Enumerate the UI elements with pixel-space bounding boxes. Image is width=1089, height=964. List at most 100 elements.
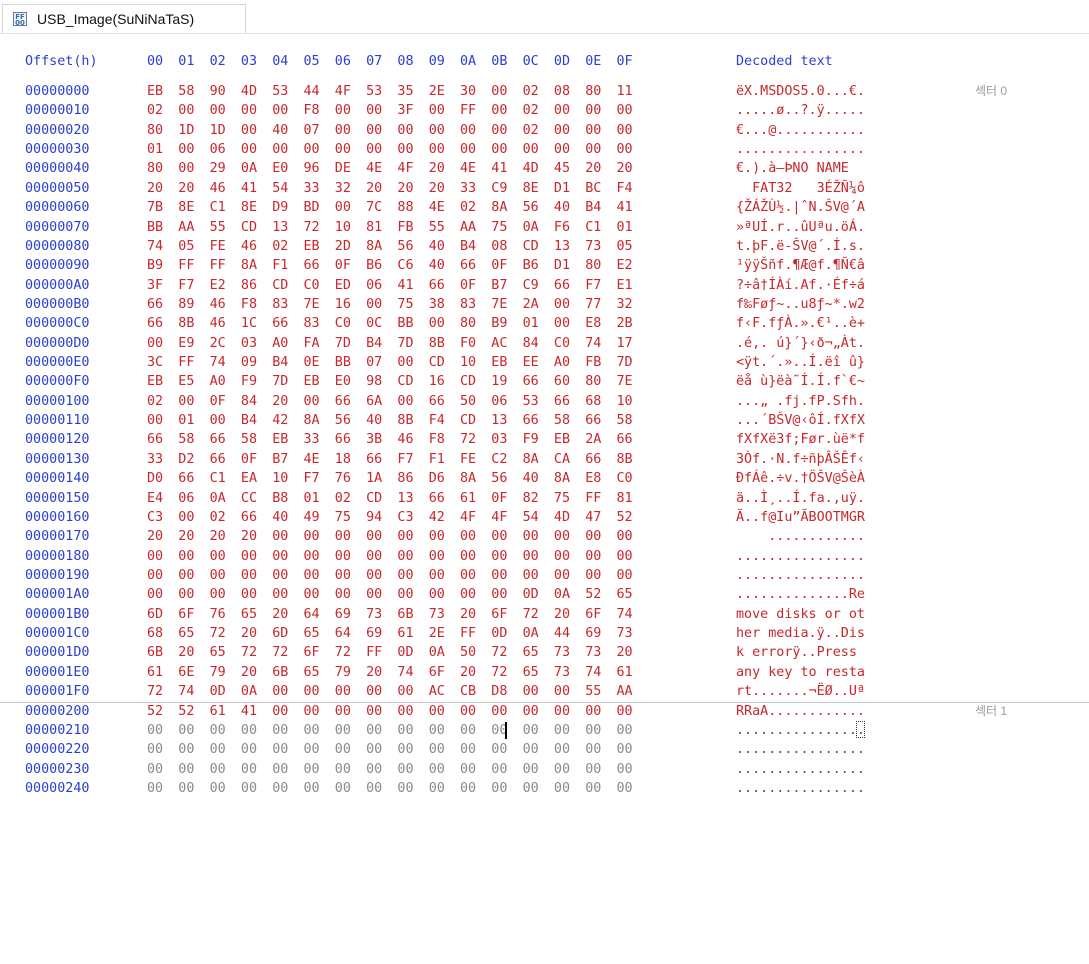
hex-byte[interactable]: 02: [210, 508, 226, 527]
hex-byte[interactable]: 00: [554, 760, 570, 779]
hex-byte[interactable]: 00: [366, 740, 382, 759]
hex-byte[interactable]: 88: [397, 198, 413, 217]
hex-byte[interactable]: E4: [147, 489, 163, 508]
decoded-text[interactable]: ..............Re: [736, 585, 865, 604]
hex-byte[interactable]: 2D: [335, 237, 351, 256]
hex-byte[interactable]: C0: [304, 276, 320, 295]
hex-byte[interactable]: 8B: [429, 334, 445, 353]
hex-byte[interactable]: 7D: [617, 353, 633, 372]
hex-byte[interactable]: 00: [554, 140, 570, 159]
hex-byte[interactable]: 00: [460, 547, 476, 566]
hex-byte[interactable]: 00: [397, 140, 413, 159]
hex-byte[interactable]: 83: [460, 295, 476, 314]
hex-byte[interactable]: 66: [554, 276, 570, 295]
hex-byte[interactable]: F8: [241, 295, 257, 314]
hex-byte[interactable]: 66: [147, 314, 163, 333]
hex-byte[interactable]: EE: [523, 353, 539, 372]
hex-byte[interactable]: F1: [429, 450, 445, 469]
hex-byte[interactable]: C0: [335, 314, 351, 333]
hex-byte[interactable]: E0: [272, 159, 288, 178]
hex-byte[interactable]: 52: [178, 702, 194, 721]
hex-byte[interactable]: FA: [304, 334, 320, 353]
hex-byte[interactable]: 00: [617, 566, 633, 585]
hex-byte[interactable]: 00: [554, 779, 570, 798]
hex-byte[interactable]: 74: [397, 663, 413, 682]
hex-byte[interactable]: 00: [304, 140, 320, 159]
hex-byte[interactable]: B6: [366, 256, 382, 275]
hex-byte[interactable]: 4E: [460, 159, 476, 178]
hex-byte[interactable]: 00: [366, 101, 382, 120]
hex-byte[interactable]: 0D: [491, 624, 507, 643]
hex-byte[interactable]: 4F: [491, 508, 507, 527]
hex-byte[interactable]: 00: [460, 527, 476, 546]
decoded-text[interactable]: ...„ .fj.fP.Sfh.: [736, 392, 865, 411]
hex-byte[interactable]: 8A: [304, 411, 320, 430]
hex-byte[interactable]: 6B: [147, 643, 163, 662]
hex-byte[interactable]: 00: [366, 121, 382, 140]
hex-byte[interactable]: 00: [554, 314, 570, 333]
hex-byte[interactable]: C9: [491, 179, 507, 198]
hex-byte[interactable]: 65: [523, 643, 539, 662]
hex-byte[interactable]: B4: [460, 237, 476, 256]
hex-byte[interactable]: 00: [178, 566, 194, 585]
hex-byte[interactable]: 72: [272, 643, 288, 662]
hex-byte[interactable]: 8A: [366, 237, 382, 256]
hex-byte[interactable]: 72: [241, 643, 257, 662]
hex-byte[interactable]: 00: [210, 760, 226, 779]
decoded-text[interactable]: »ªUÍ.r..ûUªu.öÁ.: [736, 218, 865, 237]
hex-byte[interactable]: 3C: [147, 353, 163, 372]
hex-byte[interactable]: FE: [460, 450, 476, 469]
hex-byte[interactable]: 82: [523, 489, 539, 508]
hex-byte[interactable]: 00: [147, 547, 163, 566]
hex-byte[interactable]: 68: [585, 392, 601, 411]
hex-byte[interactable]: 00: [429, 779, 445, 798]
hex-byte[interactable]: 01: [178, 411, 194, 430]
hex-byte[interactable]: AA: [617, 682, 633, 701]
hex-byte[interactable]: 2B: [617, 314, 633, 333]
hex-byte[interactable]: 20: [178, 179, 194, 198]
hex-byte[interactable]: 75: [335, 508, 351, 527]
hex-row[interactable]: 00000200 52 52 61 41 00 00 00 00 00 00 00 00 00 00 00 00…: [0, 702, 1089, 721]
hex-byte[interactable]: 00: [335, 740, 351, 759]
hex-byte[interactable]: 00: [554, 527, 570, 546]
hex-byte[interactable]: 09: [241, 353, 257, 372]
hex-byte[interactable]: 00: [210, 411, 226, 430]
hex-byte[interactable]: C1: [585, 218, 601, 237]
hex-byte[interactable]: 00: [241, 121, 257, 140]
hex-row[interactable]: 00000240 00 00 00 00 00 00 00 00 00 00 00 00 00 00 00 00…: [0, 779, 1089, 798]
decoded-text[interactable]: ................: [736, 140, 865, 159]
hex-byte[interactable]: 46: [210, 314, 226, 333]
hex-byte[interactable]: 00: [178, 547, 194, 566]
hex-byte[interactable]: B7: [272, 450, 288, 469]
hex-byte[interactable]: 00: [554, 295, 570, 314]
hex-byte[interactable]: 00: [366, 585, 382, 604]
hex-byte[interactable]: 2A: [585, 430, 601, 449]
hex-byte[interactable]: 00: [366, 779, 382, 798]
hex-byte[interactable]: 20: [460, 605, 476, 624]
hex-byte[interactable]: 06: [366, 276, 382, 295]
decoded-text[interactable]: ?÷â†ÍÀí.Af.·Éf÷á: [736, 276, 865, 295]
decoded-text[interactable]: any key to resta: [736, 663, 865, 682]
decoded-text[interactable]: ................: [736, 779, 865, 798]
hex-byte[interactable]: 00: [178, 140, 194, 159]
hex-byte[interactable]: 65: [617, 585, 633, 604]
hex-byte[interactable]: 0A: [523, 624, 539, 643]
hex-byte[interactable]: 00: [523, 140, 539, 159]
hex-byte[interactable]: 8E: [241, 198, 257, 217]
hex-byte[interactable]: 72: [523, 605, 539, 624]
hex-byte[interactable]: 94: [366, 508, 382, 527]
hex-byte[interactable]: 42: [429, 508, 445, 527]
hex-byte[interactable]: 00: [272, 566, 288, 585]
hex-byte[interactable]: 20: [147, 179, 163, 198]
hex-byte[interactable]: 55: [210, 218, 226, 237]
hex-byte[interactable]: 00: [491, 740, 507, 759]
hex-byte[interactable]: 2A: [523, 295, 539, 314]
hex-byte[interactable]: 8B: [617, 450, 633, 469]
hex-byte[interactable]: 56: [491, 469, 507, 488]
hex-byte[interactable]: 00: [397, 779, 413, 798]
hex-byte[interactable]: 00: [366, 547, 382, 566]
hex-byte[interactable]: FE: [210, 237, 226, 256]
hex-byte[interactable]: 06: [210, 140, 226, 159]
hex-byte[interactable]: 00: [335, 779, 351, 798]
hex-byte[interactable]: 46: [210, 179, 226, 198]
